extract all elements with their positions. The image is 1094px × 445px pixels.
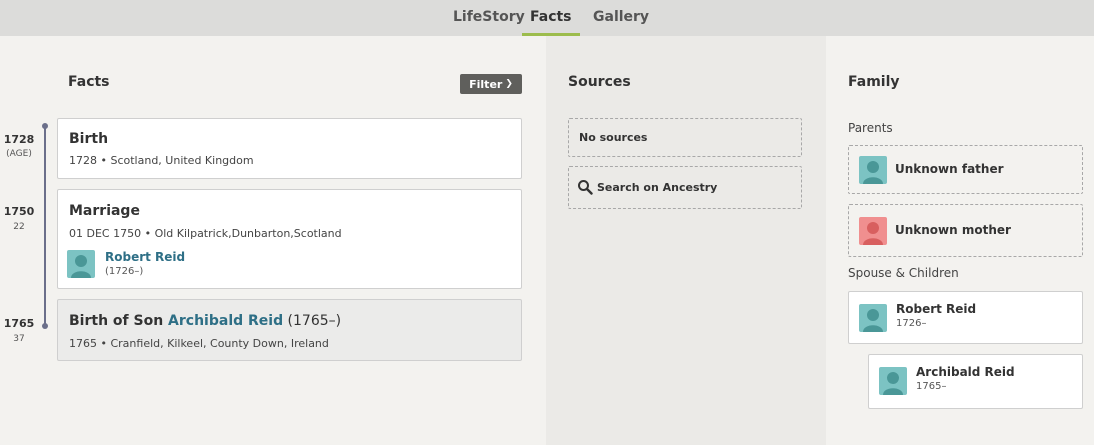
chevron-down-icon: ❯: [505, 79, 513, 89]
fact-detail: 1765 • Cranfield, Kilkeel, County Down, …: [69, 337, 329, 350]
fact-card-birth-of-son[interactable]: Birth of Son Archibald Reid (1765–) 1765…: [57, 299, 522, 361]
spouse-dates: 1726–: [896, 318, 927, 329]
child-card[interactable]: Archibald Reid 1765–: [868, 354, 1083, 409]
search-on-ancestry-label: Search on Ancestry: [597, 181, 718, 194]
sources-column: [546, 36, 826, 445]
fact-detail: 1728 • Scotland, United Kingdom: [69, 154, 254, 167]
fact-year: 1765: [3, 317, 35, 330]
facts-heading: Facts: [68, 74, 110, 90]
person-avatar-icon: [67, 250, 95, 278]
fact-title-prefix: Birth of Son: [69, 313, 169, 329]
male-avatar-icon: [859, 156, 887, 184]
timeline-dot: [42, 123, 48, 129]
fact-age: 22: [13, 222, 25, 232]
search-icon: [577, 179, 593, 198]
mother-name: Unknown mother: [895, 223, 1011, 237]
spouse-children-label: Spouse & Children: [848, 266, 959, 280]
unknown-mother-card[interactable]: Unknown mother: [848, 204, 1083, 257]
timeline-dot: [42, 323, 48, 329]
child-name: Archibald Reid: [916, 365, 1015, 379]
no-sources-box: No sources: [568, 118, 802, 157]
fact-age: (AGE): [6, 149, 32, 159]
filter-button[interactable]: Filter ❯: [460, 74, 522, 94]
spouse-dates: (1726–): [105, 266, 144, 277]
son-dates: (1765–): [283, 313, 342, 329]
no-sources-label: No sources: [579, 131, 648, 144]
spouse-card[interactable]: Robert Reid 1726–: [848, 291, 1083, 344]
fact-age: 37: [13, 334, 25, 344]
fact-title: Birth of Son Archibald Reid (1765–): [69, 313, 341, 329]
male-avatar-icon: [879, 367, 907, 395]
male-avatar-icon: [859, 304, 887, 332]
spouse-name: Robert Reid: [896, 302, 977, 316]
parents-label: Parents: [848, 121, 893, 135]
fact-detail: 01 DEC 1750 • Old Kilpatrick,Dunbarton,S…: [69, 227, 342, 240]
timeline-line: [44, 126, 46, 326]
family-heading: Family: [848, 74, 900, 90]
fact-card-marriage[interactable]: Marriage 01 DEC 1750 • Old Kilpatrick,Du…: [57, 189, 522, 289]
female-avatar-icon: [859, 217, 887, 245]
tab-gallery[interactable]: Gallery: [593, 9, 649, 25]
active-tab-indicator: [522, 33, 580, 36]
top-tab-bar: LifeStory Facts Gallery: [0, 0, 1094, 36]
sources-heading: Sources: [568, 74, 631, 90]
fact-card-birth[interactable]: Birth 1728 • Scotland, United Kingdom: [57, 118, 522, 179]
spouse-link[interactable]: Robert Reid: [105, 250, 185, 264]
son-link[interactable]: Archibald Reid: [168, 313, 283, 329]
fact-year: 1750: [3, 205, 35, 218]
search-on-ancestry-button[interactable]: Search on Ancestry: [568, 166, 802, 209]
tab-facts[interactable]: Facts: [530, 9, 572, 25]
father-name: Unknown father: [895, 162, 1004, 176]
tab-lifestory[interactable]: LifeStory: [453, 9, 525, 25]
child-dates: 1765–: [916, 381, 947, 392]
fact-title: Marriage: [69, 203, 140, 219]
fact-year: 1728: [3, 133, 35, 146]
unknown-father-card[interactable]: Unknown father: [848, 145, 1083, 194]
filter-button-label: Filter: [469, 77, 503, 91]
fact-title: Birth: [69, 131, 109, 147]
